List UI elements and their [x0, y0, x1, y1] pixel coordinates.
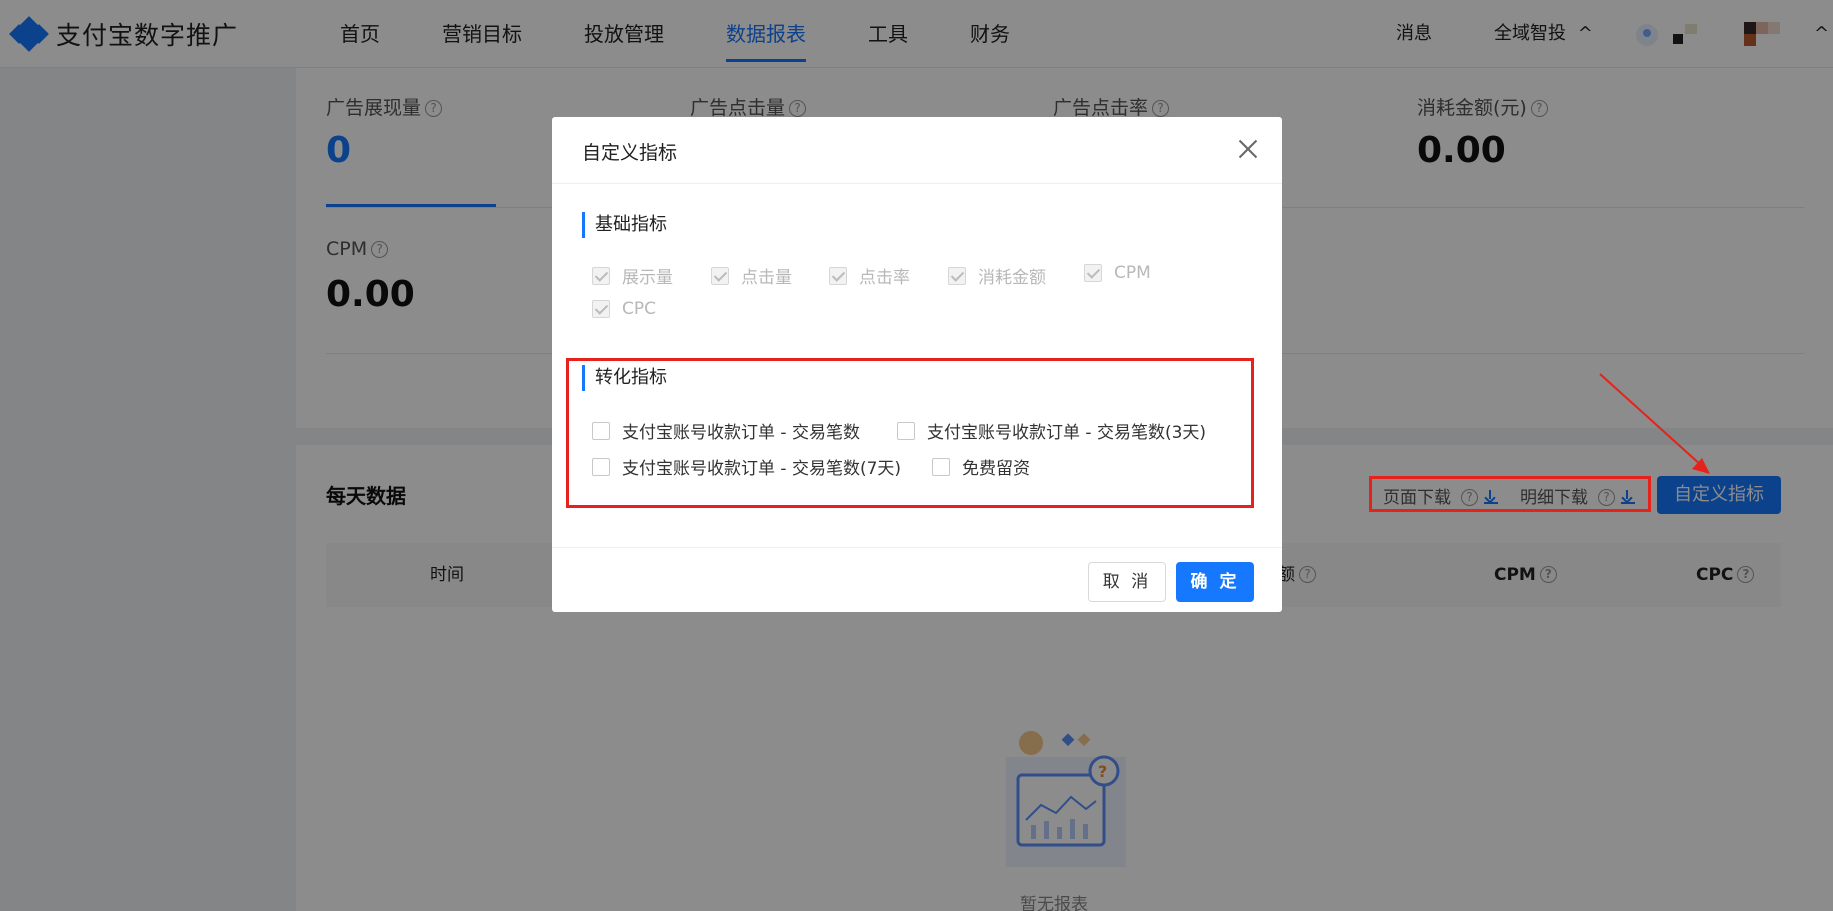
checkbox-free-leads[interactable]: 免费留资 — [932, 454, 1030, 479]
checkbox-label: 消耗金额 — [978, 268, 1046, 288]
checkbox-box[interactable] — [592, 421, 610, 440]
conversion-metrics-group-title: 转化指标 — [582, 365, 667, 391]
modal-footer-divider — [552, 547, 1282, 548]
cancel-button[interactable]: 取 消 — [1088, 562, 1166, 602]
checkbox-ctr: 点击率 — [829, 263, 910, 288]
checkbox-label: 展示量 — [622, 268, 673, 288]
checkbox-box[interactable] — [932, 457, 950, 476]
checkbox-box[interactable] — [897, 421, 915, 440]
checkbox-spend: 消耗金额 — [948, 263, 1046, 288]
checkbox-label: 点击率 — [859, 268, 910, 288]
checkbox-impressions: 展示量 — [592, 263, 673, 288]
basic-metrics-group-title: 基础指标 — [582, 212, 667, 238]
checkbox-label: 支付宝账号收款订单 - 交易笔数 — [622, 423, 860, 443]
checkbox-alipay-orders[interactable]: 支付宝账号收款订单 - 交易笔数 — [592, 418, 860, 443]
checkbox-label: 支付宝账号收款订单 - 交易笔数(3天) — [927, 423, 1207, 443]
checkbox-label: CPC — [622, 299, 656, 319]
checkbox-checked-icon — [592, 300, 610, 318]
checkbox-label: CPM — [1114, 263, 1151, 283]
modal-title: 自定义指标 — [582, 142, 678, 164]
checkbox-checked-icon — [592, 266, 610, 285]
confirm-button[interactable]: 确 定 — [1176, 562, 1254, 602]
checkbox-alipay-orders-7d[interactable]: 支付宝账号收款订单 - 交易笔数(7天) — [592, 454, 901, 479]
checkbox-label: 支付宝账号收款订单 - 交易笔数(7天) — [622, 459, 902, 479]
annotation-box-downloads — [1369, 476, 1651, 512]
checkbox-cpm: CPM — [1084, 263, 1151, 283]
close-icon[interactable] — [1236, 137, 1260, 161]
checkbox-label: 点击量 — [741, 268, 792, 288]
custom-metrics-modal: 自定义指标 基础指标 展示量 点击量 点击率 消耗金额 CPM CPC 转化指标… — [552, 117, 1282, 612]
checkbox-cpc: CPC — [592, 299, 656, 319]
checkbox-clicks: 点击量 — [711, 263, 792, 288]
checkbox-label: 免费留资 — [962, 459, 1030, 479]
checkbox-checked-icon — [711, 266, 729, 285]
checkbox-checked-icon — [948, 266, 966, 285]
annotation-arrow-icon — [1599, 373, 1710, 474]
checkbox-box[interactable] — [592, 457, 610, 476]
checkbox-checked-icon — [1084, 264, 1102, 282]
modal-header: 自定义指标 — [552, 117, 1282, 184]
checkbox-alipay-orders-3d[interactable]: 支付宝账号收款订单 - 交易笔数(3天) — [897, 418, 1206, 443]
checkbox-checked-icon — [829, 266, 847, 285]
